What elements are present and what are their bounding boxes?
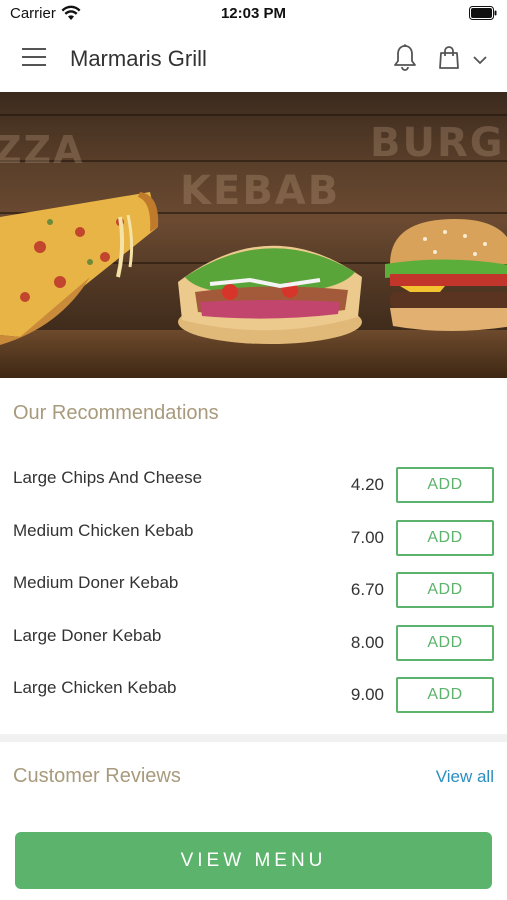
menu-icon[interactable]: [22, 48, 48, 70]
reviews-title: Customer Reviews: [13, 765, 181, 787]
section-divider: [0, 734, 507, 742]
add-button[interactable]: ADD: [396, 677, 494, 713]
chevron-down-icon[interactable]: [472, 54, 488, 66]
burger-image: [385, 219, 507, 331]
list-item: Large Chips And Cheese 4.20 ADD: [0, 458, 507, 511]
item-name: Large Chips And Cheese: [13, 468, 203, 487]
bag-icon[interactable]: [438, 46, 460, 70]
list-item: Medium Doner Kebab 6.70 ADD: [0, 563, 507, 616]
add-button[interactable]: ADD: [396, 467, 494, 503]
add-button[interactable]: ADD: [396, 572, 494, 608]
item-price: 8.00: [350, 632, 384, 652]
view-menu-button[interactable]: VIEW MENU: [15, 832, 492, 889]
hero-word-pizza: ZZA: [0, 128, 85, 172]
recommendations-title: Our Recommendations: [13, 402, 219, 424]
item-price: 6.70: [350, 580, 384, 599]
add-button[interactable]: ADD: [396, 624, 494, 661]
item-name: Medium Doner Kebab: [13, 573, 179, 592]
list-item: Large Doner Kebab 8.00 ADD: [0, 616, 507, 669]
hero-banner: ZZA KEBAB BURG: [0, 92, 507, 378]
recommendations-list: Large Chips And Cheese 4.20 ADD Medium C…: [0, 458, 507, 721]
kebab-image: [178, 245, 362, 344]
item-price: 9.00: [350, 685, 384, 704]
hero-word-kebab: KEBAB: [180, 168, 341, 214]
item-price: 4.20: [350, 475, 384, 494]
item-price: 7.00: [350, 527, 384, 547]
app-title: Marmaris Grill: [70, 46, 207, 71]
item-name: Medium Chicken Kebab: [13, 520, 194, 540]
item-name: Large Chicken Kebab: [13, 678, 177, 697]
battery-icon: [469, 6, 497, 20]
add-button[interactable]: ADD: [396, 519, 494, 556]
view-all-link[interactable]: View all: [436, 767, 494, 787]
status-bar: Carrier 12:03 PM: [0, 0, 507, 28]
item-name: Large Doner Kebab: [13, 625, 162, 645]
list-item: Medium Chicken Kebab 7.00 ADD: [0, 511, 507, 564]
pizza-image: [0, 192, 159, 345]
app-header: Marmaris Grill: [0, 28, 507, 92]
hero-word-burger: BURG: [370, 120, 505, 166]
list-item: Large Chicken Kebab 9.00 ADD: [0, 668, 507, 721]
bell-icon[interactable]: [392, 43, 418, 73]
status-time: 12:03 PM: [220, 5, 287, 22]
